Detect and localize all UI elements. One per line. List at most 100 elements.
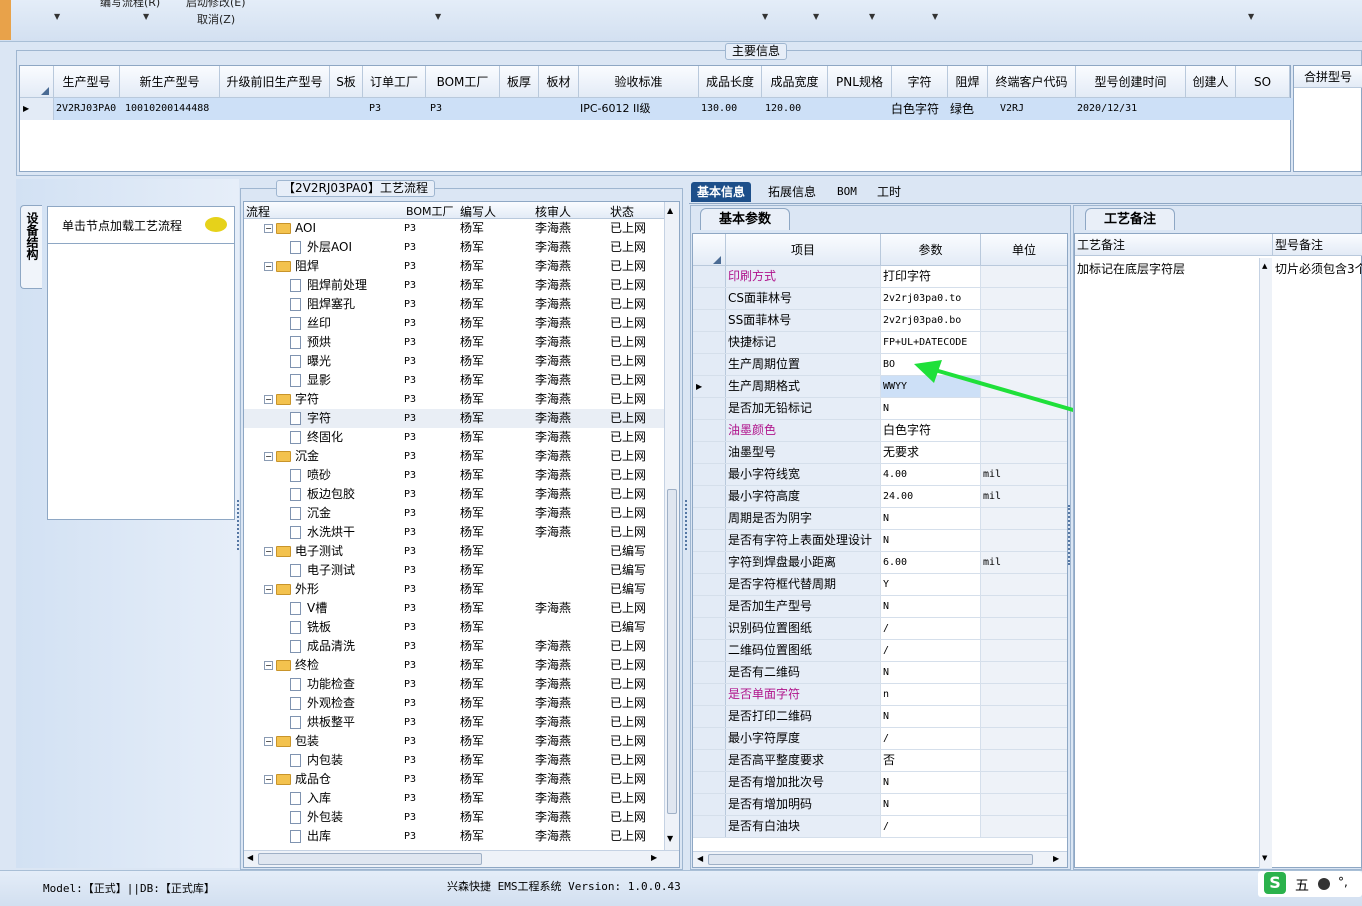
param-value-field[interactable]: FP+UL+DATECODE xyxy=(881,332,981,353)
col-header[interactable]: 单位 xyxy=(981,234,1067,266)
param-value-field[interactable]: / xyxy=(881,640,981,661)
col-header[interactable]: 创建人 xyxy=(1186,66,1236,98)
col-header[interactable]: 成品长度 xyxy=(699,66,762,98)
tree-node[interactable]: 外包装 xyxy=(290,808,404,827)
col-header[interactable]: 板厚 xyxy=(500,66,539,98)
param-value-field[interactable]: / xyxy=(881,618,981,639)
splitter-handle[interactable] xyxy=(1068,505,1072,565)
tree-node[interactable]: 板边包胶 xyxy=(290,485,404,504)
col-header[interactable]: 成品宽度 xyxy=(762,66,828,98)
tree-node[interactable]: − 包装 xyxy=(264,732,404,751)
tree-row[interactable]: 铣板 P3 杨军 已编写 xyxy=(244,618,664,637)
tree-node[interactable]: − 电子测试 xyxy=(264,542,404,561)
collapse-icon[interactable]: − xyxy=(264,585,273,594)
col-header[interactable]: 流程 xyxy=(246,203,270,220)
param-value-field[interactable]: / xyxy=(881,728,981,749)
tree-row[interactable]: − 沉金 P3 杨军 李海燕 已上网 xyxy=(244,447,664,466)
horizontal-scrollbar[interactable]: ◀ ▶ xyxy=(693,851,1067,867)
col-header[interactable]: 核审人 xyxy=(535,203,571,220)
col-header[interactable]: 终端客户代码 xyxy=(988,66,1076,98)
tree-node[interactable]: − 字符 xyxy=(264,390,404,409)
tree-node[interactable]: 功能检查 xyxy=(290,675,404,694)
vertical-scrollbar[interactable]: ▲ ▼ xyxy=(1259,258,1272,868)
col-header[interactable]: 项目 xyxy=(726,234,881,266)
tree-row[interactable]: − 终检 P3 杨军 李海燕 已上网 xyxy=(244,656,664,675)
col-header[interactable]: PNL规格 xyxy=(828,66,892,98)
param-row[interactable]: 油墨型号 无要求 xyxy=(693,442,1067,464)
tree-row[interactable]: 水洗烘干 P3 杨军 李海燕 已上网 xyxy=(244,523,664,542)
tree-node[interactable]: 阻焊塞孔 xyxy=(290,295,404,314)
param-row[interactable]: 周期是否为阴字 N xyxy=(693,508,1067,530)
ime-moon-icon[interactable] xyxy=(1318,878,1330,890)
tree-row[interactable]: 沉金 P3 杨军 李海燕 已上网 xyxy=(244,504,664,523)
vertical-scrollbar[interactable]: ▲ ▼ xyxy=(664,202,679,850)
tree-node[interactable]: − 外形 xyxy=(264,580,404,599)
splitter-handle[interactable] xyxy=(685,500,689,550)
tree-row[interactable]: 显影 P3 杨军 李海燕 已上网 xyxy=(244,371,664,390)
param-row[interactable]: 是否有增加批次号 N xyxy=(693,772,1067,794)
tree-row[interactable]: 成品清洗 P3 杨军 李海燕 已上网 xyxy=(244,637,664,656)
param-row[interactable]: 是否有白油块 / xyxy=(693,816,1067,838)
collapse-icon[interactable]: − xyxy=(264,775,273,784)
chevron-down-icon[interactable]: ▼ xyxy=(762,12,768,21)
tree-node[interactable]: − 阻焊 xyxy=(264,257,404,276)
tree-row[interactable]: 电子测试 P3 杨军 已编写 xyxy=(244,561,664,580)
col-header[interactable]: 升级前旧生产型号 xyxy=(220,66,330,98)
tab-bom[interactable]: BOM xyxy=(831,182,863,202)
param-row[interactable]: SS面菲林号 2v2rj03pa0.bo xyxy=(693,310,1067,332)
col-header[interactable]: 工艺备注 xyxy=(1075,234,1273,256)
tree-node[interactable]: 预烘 xyxy=(290,333,404,352)
col-header[interactable]: 型号创建时间 xyxy=(1076,66,1186,98)
cancel-button[interactable]: 取消(Z) xyxy=(197,11,235,27)
param-value-field[interactable]: 否 xyxy=(881,750,981,771)
ime-mode-label[interactable]: 五 xyxy=(1295,875,1309,895)
col-header[interactable]: S板 xyxy=(330,66,363,98)
ime-logo-icon[interactable]: S xyxy=(1264,872,1286,894)
col-header[interactable]: 订单工厂 xyxy=(363,66,426,98)
param-value-field[interactable]: / xyxy=(881,816,981,837)
collapse-icon[interactable]: − xyxy=(264,262,273,271)
ime-toolbar[interactable]: S 五 °, xyxy=(1258,871,1362,897)
tree-row[interactable]: − 阻焊 P3 杨军 李海燕 已上网 xyxy=(244,257,664,276)
param-value-field[interactable]: n xyxy=(881,684,981,705)
tab-extended-info[interactable]: 拓展信息 xyxy=(762,182,822,202)
collapse-icon[interactable]: − xyxy=(264,452,273,461)
col-header[interactable]: 参数 xyxy=(881,234,981,266)
tree-node[interactable]: 内包装 xyxy=(290,751,404,770)
tree-node[interactable]: − 成品仓 xyxy=(264,770,404,789)
chevron-down-icon[interactable]: ▼ xyxy=(435,12,441,21)
tree-node[interactable]: 入库 xyxy=(290,789,404,808)
tree-row[interactable]: 入库 P3 杨军 李海燕 已上网 xyxy=(244,789,664,808)
tree-node[interactable]: 成品清洗 xyxy=(290,637,404,656)
tree-row[interactable]: 终固化 P3 杨军 李海燕 已上网 xyxy=(244,428,664,447)
tree-node[interactable]: 烘板整平 xyxy=(290,713,404,732)
param-value-field[interactable]: Y xyxy=(881,574,981,595)
tree-node[interactable]: 铣板 xyxy=(290,618,404,637)
scroll-thumb[interactable] xyxy=(258,853,482,865)
param-row[interactable]: 是否字符框代替周期 Y xyxy=(693,574,1067,596)
tree-node[interactable]: V槽 xyxy=(290,599,404,618)
tree-node[interactable]: 外层AOI xyxy=(290,238,404,257)
tree-row[interactable]: 出库 P3 杨军 李海燕 已上网 xyxy=(244,827,664,846)
col-header[interactable]: 字符 xyxy=(892,66,948,98)
tree-node[interactable]: 显影 xyxy=(290,371,404,390)
param-value-field[interactable]: N xyxy=(881,508,981,529)
chevron-down-icon[interactable]: ▼ xyxy=(54,12,60,21)
tree-node[interactable]: 丝印 xyxy=(290,314,404,333)
tree-node[interactable]: 字符 xyxy=(290,409,404,428)
param-row[interactable]: 是否高平整度要求否 xyxy=(693,750,1067,772)
tree-node[interactable]: − 终检 xyxy=(264,656,404,675)
param-value-field[interactable]: N xyxy=(881,794,981,815)
param-value-field[interactable]: 24.00 xyxy=(881,486,981,507)
col-header[interactable]: 生产型号 xyxy=(54,66,120,98)
tree-node[interactable]: 曝光 xyxy=(290,352,404,371)
scroll-thumb[interactable] xyxy=(708,854,1033,865)
param-value-field[interactable]: 打印字符 xyxy=(881,266,981,287)
tree-node[interactable]: 终固化 xyxy=(290,428,404,447)
param-row[interactable]: 是否打印二维码 N xyxy=(693,706,1067,728)
param-row[interactable]: 是否加生产型号 N xyxy=(693,596,1067,618)
tree-node[interactable]: 阻焊前处理 xyxy=(290,276,404,295)
param-row[interactable]: 二维码位置图纸 / xyxy=(693,640,1067,662)
scroll-down-icon[interactable]: ▼ xyxy=(1262,854,1267,862)
chevron-down-icon[interactable]: ▼ xyxy=(813,12,819,21)
